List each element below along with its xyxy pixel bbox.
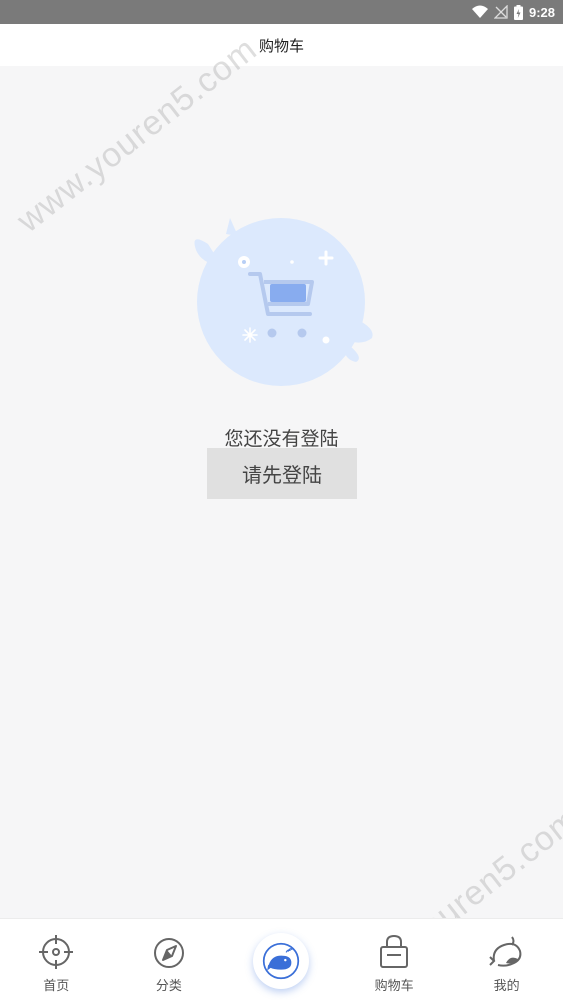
- nav-item-home[interactable]: 首页: [0, 919, 113, 1000]
- profile-whale-icon: [488, 936, 522, 967]
- app-header: 购物车: [0, 24, 563, 66]
- nav-item-profile[interactable]: 我的: [450, 919, 563, 1000]
- home-target-icon: [39, 935, 74, 969]
- nav-label-home: 首页: [43, 979, 70, 994]
- status-bar: 9:28: [0, 0, 563, 24]
- nav-item-center[interactable]: [225, 919, 338, 1000]
- nav-item-cart[interactable]: 购物车: [338, 919, 451, 1000]
- empty-cart-message: 您还没有登陆: [224, 428, 339, 450]
- login-button[interactable]: 请先登陆: [207, 448, 357, 499]
- status-icons: 9:28: [471, 0, 555, 24]
- compass-icon: [153, 938, 184, 968]
- status-time: 9:28: [528, 4, 555, 20]
- bottom-navigation: 首页 分类 购物车 我的: [0, 918, 563, 1000]
- whale-logo-icon: [263, 942, 300, 980]
- page-title: 购物车: [258, 36, 304, 55]
- nav-label-cart: 购物车: [374, 979, 414, 994]
- nav-item-category[interactable]: 分类: [113, 919, 226, 1000]
- center-logo-button[interactable]: [253, 933, 310, 989]
- shopping-bag-icon: [380, 934, 409, 968]
- no-signal-icon: [493, 5, 508, 19]
- battery-charging-icon: [513, 4, 523, 20]
- empty-cart-illustration: [194, 218, 373, 386]
- nav-label-profile: 我的: [493, 979, 520, 994]
- nav-label-category: 分类: [155, 979, 182, 994]
- wifi-icon: [471, 5, 488, 18]
